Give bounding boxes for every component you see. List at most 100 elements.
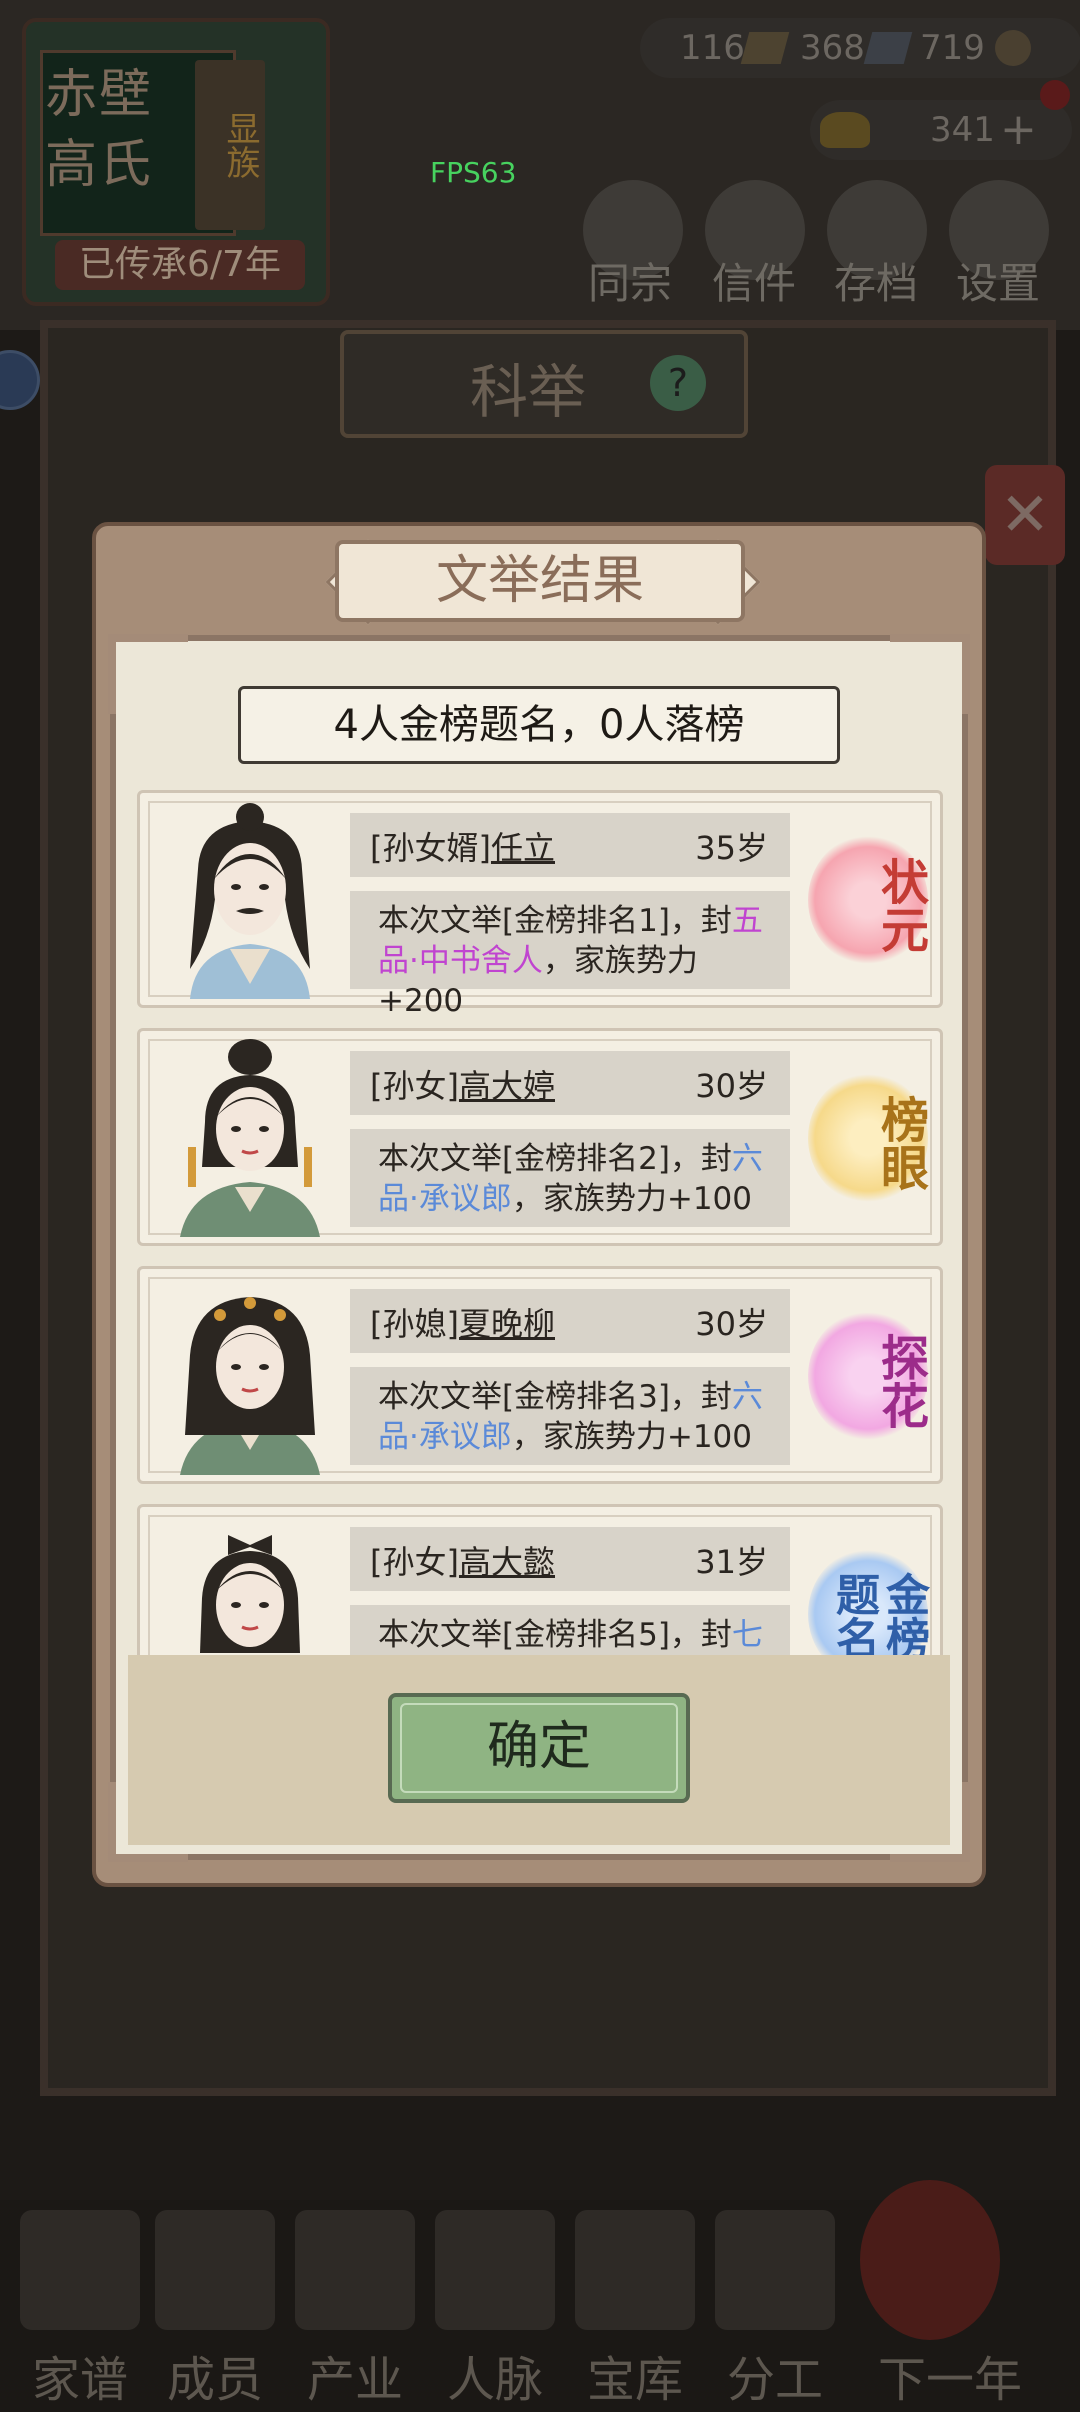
currency-value-2: 368: [800, 28, 865, 68]
corner-ornament: [108, 1782, 188, 1862]
rank-label: 金榜题名: [828, 1572, 929, 1655]
portrait-male-scholar: [190, 803, 310, 999]
nav-family-tree[interactable]: 家谱: [5, 2210, 155, 2408]
result-summary: 4人金榜题名，0人落榜: [238, 686, 840, 764]
member-name[interactable]: [孙女婿]任立: [370, 823, 555, 869]
rank-label: 榜眼: [872, 1095, 928, 1191]
member-name[interactable]: [孙女]高大婷: [370, 1061, 555, 1107]
currency-value-4: 341: [930, 110, 995, 150]
nav-label: 家谱: [31, 2352, 128, 2408]
member-relation: [孙女]: [370, 1067, 459, 1105]
help-icon[interactable]: ?: [650, 355, 706, 411]
result-card: [孙女]高大婷 30岁 本次文举[金榜排名2]，封六品·承议郎，家族势力+100…: [137, 1028, 943, 1246]
result-description: 本次文举[金榜排名2]，封六品·承议郎，家族势力+100: [378, 1139, 778, 1219]
top-nav-label-clan: 同宗: [588, 259, 673, 308]
inherit-status: 已传承6/7年: [55, 240, 305, 290]
portrait-female-bow: [200, 1535, 300, 1653]
member-name[interactable]: [孙媳]夏晚柳: [370, 1299, 555, 1345]
result-description-box: 本次文举[金榜排名1]，封五品·中书舍人，家族势力+200: [350, 891, 790, 1019]
chest-icon: [575, 2210, 695, 2330]
rank-badge-bangyan: 榜眼: [808, 1073, 928, 1203]
result-description: 本次文举[金榜排名5]，封七: [378, 1615, 778, 1655]
desc-prefix: 本次文举[金榜排名5]，封: [378, 1617, 732, 1653]
nav-label: 下一年: [877, 2352, 1022, 2408]
nav-label: 人脉: [446, 2352, 543, 2408]
ingot-bar: 341 +: [810, 100, 1072, 160]
member-name-box: [孙媳]夏晚柳 30岁: [350, 1289, 790, 1353]
coin-icon: [995, 30, 1031, 66]
nav-members[interactable]: 成员: [140, 2210, 290, 2408]
member-age: 30岁: [695, 1067, 768, 1105]
desc-suffix: ，家族势力+100: [511, 1181, 753, 1217]
dialog-title: 文举结果: [435, 551, 644, 611]
confirm-button[interactable]: 确定: [388, 1693, 690, 1803]
rank-label: 状元: [872, 857, 928, 953]
rank-badge-jinbang: 金榜题名: [808, 1549, 929, 1655]
corner-ornament: [108, 634, 188, 714]
rank-badge-tanhua: 探花: [808, 1311, 928, 1441]
member-relation: [孙女]: [370, 1543, 459, 1581]
nav-label: 宝库: [586, 2352, 683, 2408]
official-title: 七: [731, 1617, 763, 1653]
member-name-link[interactable]: 高大婷: [459, 1067, 555, 1105]
rank-badge-zhuangyuan: 状元: [808, 835, 928, 965]
gold-bars-icon: [740, 32, 790, 64]
family-tag: 显族: [195, 60, 265, 230]
nav-assign[interactable]: 分工: [700, 2210, 850, 2408]
member-name-box: [孙女]高大懿 31岁: [350, 1527, 790, 1591]
portrait-female-hairpins: [180, 1297, 320, 1475]
close-icon[interactable]: ✕: [985, 465, 1065, 565]
nav-industry[interactable]: 产业: [280, 2210, 430, 2408]
corner-ornament: [890, 634, 970, 714]
building-icon: [295, 2210, 415, 2330]
top-nav-label-save: 存档: [834, 259, 919, 308]
result-description: 本次文举[金榜排名3]，封六品·承议郎，家族势力+100: [378, 1377, 778, 1457]
member-name-link[interactable]: 任立: [491, 829, 555, 867]
network-icon: [435, 2210, 555, 2330]
result-card: [孙媳]夏晚柳 30岁 本次文举[金榜排名3]，封六品·承议郎，家族势力+100…: [137, 1266, 943, 1484]
member-name-box: [孙女]高大婷 30岁: [350, 1051, 790, 1115]
desc-prefix: 本次文举[金榜排名3]，封: [378, 1379, 732, 1415]
fps-counter: FPS63: [430, 156, 517, 189]
top-nav-label-mail: 信件: [712, 259, 797, 308]
rank-label: 探花: [872, 1333, 928, 1429]
portrait-female-bun: [180, 1039, 320, 1237]
ticket-icon: [863, 32, 913, 64]
member-name-box: [孙女婿]任立 35岁: [350, 813, 790, 877]
exam-hall-title: 科举: [470, 358, 587, 426]
person-icon: [155, 2210, 275, 2330]
member-age: 31岁: [695, 1543, 768, 1581]
result-description-box: 本次文举[金榜排名3]，封六品·承议郎，家族势力+100: [350, 1367, 790, 1465]
nav-label: 成员: [166, 2352, 263, 2408]
book-icon: [20, 2210, 140, 2330]
desc-suffix: ，家族势力+100: [511, 1419, 753, 1455]
result-description-box: 本次文举[金榜排名2]，封六品·承议郎，家族势力+100: [350, 1129, 790, 1227]
result-card: [孙女]高大懿 31岁 本次文举[金榜排名5]，封七 金榜题名: [137, 1504, 943, 1655]
member-name-link[interactable]: 高大懿: [459, 1543, 555, 1581]
nav-next-year[interactable]: 下一年: [850, 2210, 1050, 2408]
corner-ornament: [890, 1782, 970, 1862]
result-description-box: 本次文举[金榜排名5]，封七: [350, 1605, 790, 1655]
currency-bar: 116 368 719: [640, 18, 1080, 78]
result-card: [孙女婿]任立 35岁 本次文举[金榜排名1]，封五品·中书舍人，家族势力+20…: [137, 790, 943, 1019]
scroll-icon: [715, 2210, 835, 2330]
result-description: 本次文举[金榜排名1]，封五品·中书舍人，家族势力+200: [378, 901, 778, 1021]
top-nav-label-settings: 设置: [956, 259, 1041, 308]
member-relation: [孙媳]: [370, 1305, 459, 1343]
nav-treasury[interactable]: 宝库: [560, 2210, 710, 2408]
member-age: 35岁: [695, 829, 768, 867]
add-icon[interactable]: +: [1000, 100, 1037, 160]
result-list[interactable]: [孙女婿]任立 35岁 本次文举[金榜排名1]，封五品·中书舍人，家族势力+20…: [132, 790, 948, 1655]
nav-network[interactable]: 人脉: [420, 2210, 570, 2408]
ingot-icon: [820, 112, 870, 148]
member-age: 30岁: [695, 1305, 768, 1343]
desc-prefix: 本次文举[金榜排名1]，封: [378, 903, 732, 939]
member-name-link[interactable]: 夏晚柳: [459, 1305, 555, 1343]
member-name[interactable]: [孙女]高大懿: [370, 1537, 555, 1583]
notification-dot: [1040, 80, 1070, 110]
side-chat-bubble[interactable]: [0, 350, 40, 410]
member-relation: [孙女婿]: [370, 829, 491, 867]
nav-label: 分工: [726, 2352, 823, 2408]
nav-label: 产业: [306, 2352, 403, 2408]
desc-prefix: 本次文举[金榜排名2]，封: [378, 1141, 732, 1177]
